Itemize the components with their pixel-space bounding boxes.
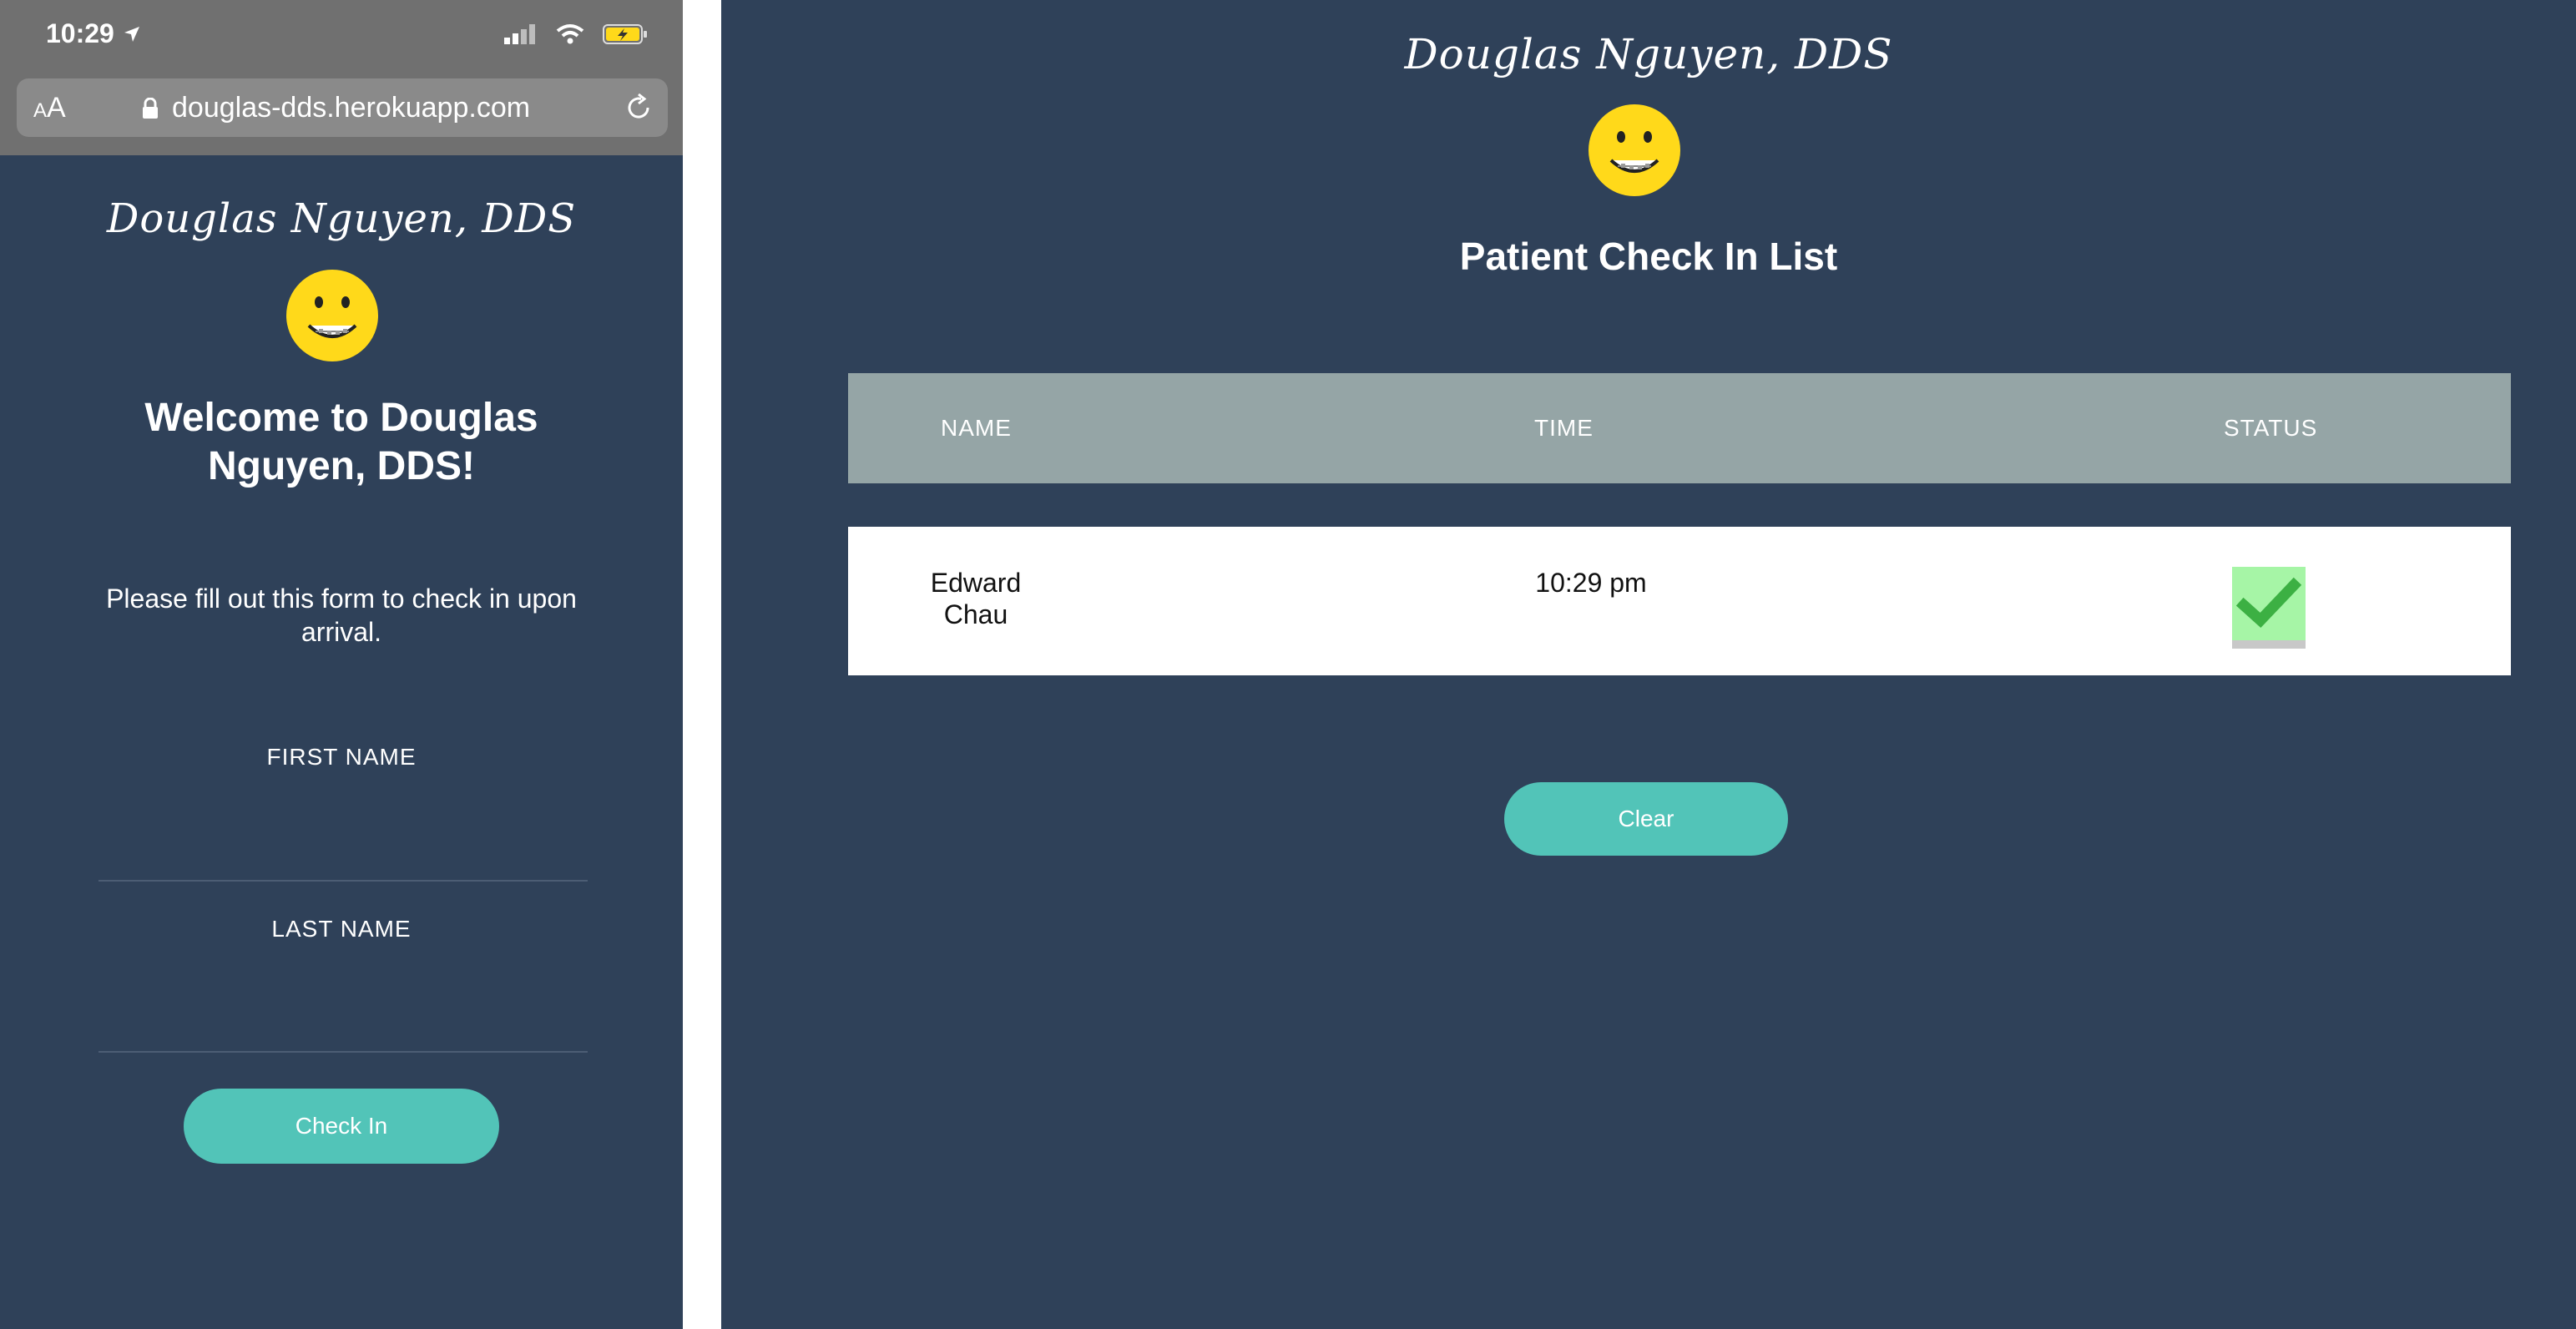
- first-name-input[interactable]: [98, 828, 588, 882]
- welcome-heading: Welcome to Douglas Nguyen, DDS!: [144, 396, 538, 488]
- cellular-signal-icon: [504, 24, 535, 44]
- status-checkbox[interactable]: [2232, 567, 2306, 649]
- smiley-braces-icon: [1589, 104, 1680, 196]
- check-in-button[interactable]: Check In: [184, 1089, 499, 1164]
- page-title: Patient Check In List: [1459, 235, 1838, 278]
- last-name-input[interactable]: [98, 999, 588, 1053]
- practice-logo-text: Douglas Nguyen, DDS: [1404, 30, 1893, 78]
- column-header-status: STATUS: [2224, 415, 2318, 441]
- reload-icon[interactable]: [624, 93, 653, 122]
- check-in-dashboard: Douglas Nguyen, DDS Patient Check In Lis…: [721, 0, 2576, 1329]
- table-header: NAME TIME STATUS: [848, 373, 2511, 483]
- checkmark-icon: [2235, 577, 2302, 629]
- mobile-check-in-screen: 10:29 AA douglas-dds.herokuapp.com Dougl…: [0, 0, 683, 1329]
- clear-button[interactable]: Clear: [1504, 782, 1788, 856]
- practice-logo-text: Douglas Nguyen, DDS: [106, 195, 577, 242]
- status-bar-icons: [504, 23, 648, 45]
- status-bar-time: 10:29: [46, 18, 141, 49]
- check-in-time: 10:29 pm: [1535, 568, 1647, 598]
- location-arrow-icon: [124, 26, 139, 42]
- url-display[interactable]: douglas-dds.herokuapp.com: [142, 92, 530, 124]
- text-size-button[interactable]: AA: [33, 92, 66, 124]
- column-header-time: TIME: [1534, 415, 1594, 441]
- column-header-name: NAME: [941, 415, 1012, 441]
- instructions-text: Please fill out this form to check in up…: [106, 584, 577, 647]
- last-name-label: LAST NAME: [271, 916, 412, 942]
- smiley-braces-icon: [286, 270, 378, 361]
- table-row: Edward Chau 10:29 pm: [848, 527, 2511, 675]
- battery-charging-icon: [603, 24, 647, 44]
- first-name-label: FIRST NAME: [266, 744, 417, 770]
- patient-name: Edward Chau: [930, 568, 1022, 629]
- lock-icon: [143, 97, 158, 119]
- wifi-icon: [556, 24, 584, 44]
- browser-chrome: 10:29 AA douglas-dds.herokuapp.com: [0, 0, 683, 155]
- address-bar[interactable]: AA douglas-dds.herokuapp.com: [17, 78, 668, 137]
